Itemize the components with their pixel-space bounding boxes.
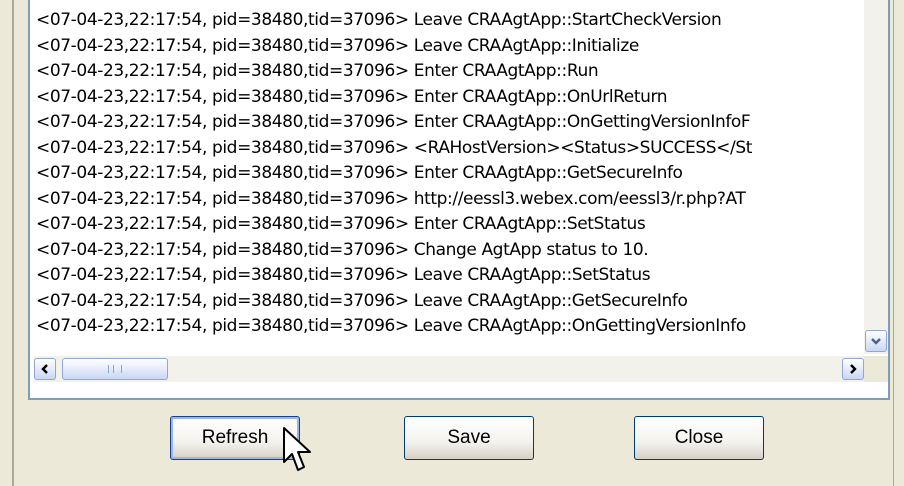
log-line: <07-04-23,22:17:54, pid=38480,tid=37096>…: [36, 239, 649, 260]
grip-icon: [108, 365, 122, 373]
log-line: <07-04-23,22:17:54, pid=38480,tid=37096>…: [36, 35, 639, 56]
chevron-right-icon: [850, 364, 857, 374]
log-line: <07-04-23,22:17:54, pid=38480,tid=37096>…: [36, 163, 683, 183]
log-line: <07-04-23,22:17:54, pid=38480,tid=37096>…: [36, 137, 752, 158]
horizontal-scroll-thumb[interactable]: [62, 358, 168, 380]
scroll-left-button[interactable]: [34, 358, 56, 380]
log-listbox[interactable]: <07-04-23,22:17:54, pid=38480,tid=37096>…: [28, 0, 890, 400]
log-line: <07-04-23,22:17:54, pid=38480,tid=37096>…: [36, 112, 751, 132]
log-line: <07-04-23,22:17:54, pid=38480,tid=37096>…: [36, 61, 599, 81]
mouse-pointer-icon: [283, 427, 311, 471]
horizontal-scrollbar[interactable]: [34, 356, 866, 382]
window-right-frame: [893, 0, 904, 486]
scroll-down-button[interactable]: [865, 330, 887, 352]
vertical-scrollbar[interactable]: [864, 0, 888, 354]
log-line: <07-04-23,22:17:54, pid=38480,tid=37096>…: [36, 10, 722, 30]
scrollbar-corner: [864, 356, 888, 382]
log-line: <07-04-23,22:17:54, pid=38480,tid=37096>…: [36, 188, 746, 209]
log-line: <07-04-23,22:17:54, pid=38480,tid=37096>…: [36, 316, 746, 336]
log-line: <07-04-23,22:17:54, pid=38480,tid=37096>…: [36, 86, 668, 107]
save-button[interactable]: Save: [404, 416, 534, 460]
log-line: <07-04-23,22:17:54, pid=38480,tid=37096>…: [36, 265, 651, 285]
log-lines-container: <07-04-23,22:17:54, pid=38480,tid=37096>…: [36, 8, 862, 352]
chevron-left-icon: [41, 364, 48, 374]
refresh-button[interactable]: Refresh: [170, 416, 300, 460]
log-line: <07-04-23,22:17:54, pid=38480,tid=37096>…: [36, 290, 688, 311]
scroll-right-button[interactable]: [842, 358, 864, 380]
window-left-frame: [0, 0, 14, 486]
chevron-down-icon: [871, 338, 881, 345]
close-button[interactable]: Close: [634, 416, 764, 460]
log-line: <07-04-23,22:17:54, pid=38480,tid=37096>…: [36, 214, 646, 234]
